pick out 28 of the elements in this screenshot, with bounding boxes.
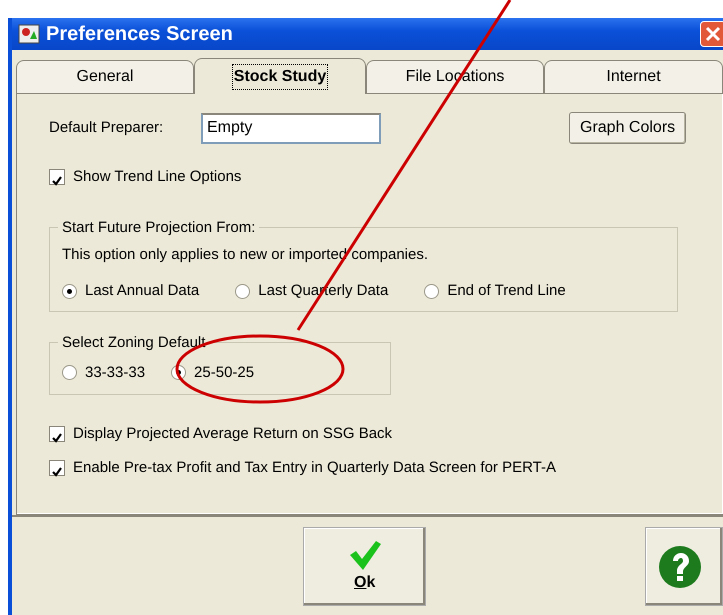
radio-label: 33-33-33 <box>85 362 146 382</box>
radio-button[interactable] <box>62 284 77 299</box>
close-button[interactable] <box>700 21 723 47</box>
radio-label: Last Annual Data <box>85 281 200 301</box>
checkbox[interactable] <box>49 460 65 476</box>
graph-colors-button[interactable]: Graph Colors <box>569 112 686 144</box>
check-icon <box>348 538 382 570</box>
checkbox[interactable] <box>49 169 65 186</box>
app-icon <box>18 24 40 44</box>
tab[interactable]: General <box>16 60 194 93</box>
help-button[interactable] <box>645 527 723 606</box>
tab[interactable]: Stock Study <box>194 58 366 94</box>
checkbox-label: Show Trend Line Options <box>73 167 242 187</box>
radio-label: End of Trend Line <box>447 281 566 301</box>
radio-button[interactable] <box>235 284 250 299</box>
checkbox-label: Display Projected Average Return on SSG Back <box>73 424 392 444</box>
window-title: Preferences Screen <box>46 22 233 47</box>
checkbox[interactable] <box>49 426 65 442</box>
tab[interactable]: Internet <box>544 60 723 93</box>
help-icon <box>658 544 702 588</box>
radio-button[interactable] <box>62 365 77 380</box>
radio-button[interactable] <box>424 284 440 299</box>
group-note: This option only applies to new or imported companies. <box>62 244 428 264</box>
checkbox-label: Enable Pre-tax Profit and Tax Entry in Quarterly Data Screen for PERT-A <box>73 458 556 478</box>
preparer-field[interactable]: Empty <box>201 112 381 144</box>
radio-label: 25-50-25 <box>194 362 254 382</box>
field-label: Default Preparer: <box>49 118 164 138</box>
ok-button[interactable]: Ok <box>303 527 426 606</box>
